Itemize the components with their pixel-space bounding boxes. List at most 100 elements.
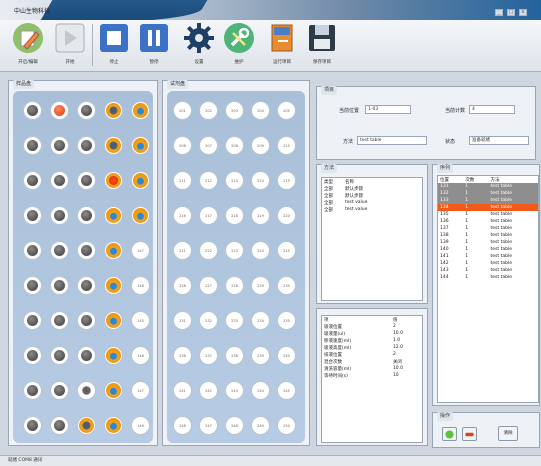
- reagent-well[interactable]: 247: [199, 416, 218, 435]
- reagent-well[interactable]: 227: [199, 276, 218, 295]
- sequence-row[interactable]: 137 1 test table: [438, 225, 538, 232]
- sample-well[interactable]: [104, 171, 123, 190]
- reagent-well[interactable]: 236: [173, 346, 192, 365]
- reagent-well[interactable]: 221: [173, 241, 192, 260]
- reagent-well[interactable]: 205: [277, 101, 296, 120]
- reagent-well[interactable]: 212: [199, 171, 218, 190]
- sequence-row[interactable]: 142 1 test table: [438, 260, 538, 267]
- sample-well[interactable]: [50, 171, 69, 190]
- param-col-item[interactable]: 项: [322, 316, 391, 323]
- remove-button[interactable]: [462, 427, 477, 441]
- sample-well[interactable]: [77, 171, 96, 190]
- reagent-well[interactable]: 243: [225, 381, 244, 400]
- reagent-well[interactable]: 210: [277, 136, 296, 155]
- param-row[interactable]: 移液速度(ml) 1.0: [322, 337, 422, 344]
- sample-well[interactable]: [131, 171, 150, 190]
- reagent-well[interactable]: 240: [277, 346, 296, 365]
- param-row[interactable]: 等待时间(s) 10: [322, 372, 422, 379]
- method-col-name[interactable]: 名称: [335, 178, 369, 185]
- sample-well[interactable]: [77, 381, 96, 400]
- sample-well[interactable]: 146: [131, 346, 150, 365]
- reagent-well[interactable]: 222: [199, 241, 218, 260]
- sample-well[interactable]: [50, 241, 69, 260]
- param-row[interactable]: 吸液高度(ml) 12.0: [322, 344, 422, 351]
- method-row[interactable]: 全部 默认步骤: [322, 192, 369, 199]
- reagent-well[interactable]: 215: [277, 171, 296, 190]
- sample-well[interactable]: [77, 311, 96, 330]
- reagent-well[interactable]: 231: [173, 311, 192, 330]
- reagent-well[interactable]: 214: [251, 171, 270, 190]
- sample-well[interactable]: [104, 101, 123, 120]
- sample-well[interactable]: [23, 136, 42, 155]
- sample-well[interactable]: 147: [131, 381, 150, 400]
- reagent-well[interactable]: 249: [251, 416, 270, 435]
- sample-well[interactable]: 145: [131, 311, 150, 330]
- sample-well[interactable]: [50, 101, 69, 120]
- sample-well[interactable]: 148: [131, 276, 150, 295]
- reagent-well[interactable]: 217: [199, 206, 218, 225]
- reagent-well[interactable]: 232: [199, 311, 218, 330]
- reagent-well[interactable]: 203: [225, 101, 244, 120]
- sample-well[interactable]: [77, 206, 96, 225]
- reagent-well[interactable]: 220: [277, 206, 296, 225]
- param-row[interactable]: 混合次数 关闭: [322, 358, 422, 365]
- sample-well[interactable]: [77, 346, 96, 365]
- reagent-well[interactable]: 234: [251, 311, 270, 330]
- param-row[interactable]: 排液位置 2: [322, 351, 422, 358]
- sample-well[interactable]: [104, 206, 123, 225]
- sample-well[interactable]: [50, 136, 69, 155]
- reagent-well[interactable]: 242: [199, 381, 218, 400]
- method-row[interactable]: 全部 默认步骤: [322, 185, 369, 192]
- reagent-well[interactable]: 202: [199, 101, 218, 120]
- sequence-row[interactable]: 131 1 test table: [438, 183, 538, 190]
- method-col-type[interactable]: 类型: [322, 178, 335, 185]
- sample-well[interactable]: [23, 416, 42, 435]
- param-row[interactable]: 清洗容量(ml) 10.0: [322, 365, 422, 372]
- reagent-well[interactable]: 209: [251, 136, 270, 155]
- sequence-row[interactable]: 144 1 test table: [438, 274, 538, 281]
- sample-well[interactable]: [23, 171, 42, 190]
- sample-well[interactable]: [23, 241, 42, 260]
- sample-well[interactable]: [104, 136, 123, 155]
- method-row[interactable]: 全部 test value: [322, 206, 369, 213]
- sequence-row[interactable]: 133 1 test table: [438, 197, 538, 204]
- field3-input[interactable]: test table: [357, 136, 427, 145]
- seq-col-count[interactable]: 次数: [463, 176, 488, 183]
- reagent-well[interactable]: 228: [225, 276, 244, 295]
- sample-well[interactable]: [104, 346, 123, 365]
- play-button[interactable]: 开始: [52, 22, 88, 70]
- sequence-row[interactable]: 135 1 test table: [438, 211, 538, 218]
- field2-input[interactable]: 4: [469, 105, 515, 114]
- sample-well[interactable]: [77, 416, 96, 435]
- param-col-value[interactable]: 值: [391, 316, 422, 323]
- reagent-well[interactable]: 238: [225, 346, 244, 365]
- reagent-well[interactable]: 239: [251, 346, 270, 365]
- sequence-row[interactable]: 132 1 test table: [438, 190, 538, 197]
- sample-well[interactable]: [50, 206, 69, 225]
- reagent-well[interactable]: 230: [277, 276, 296, 295]
- reagent-well[interactable]: 223: [225, 241, 244, 260]
- field4-input[interactable]: 准备就绪: [469, 136, 529, 145]
- reagent-well[interactable]: 211: [173, 171, 192, 190]
- stop-button[interactable]: 停止: [96, 22, 132, 70]
- add-button[interactable]: [442, 427, 457, 441]
- sample-well[interactable]: [50, 381, 69, 400]
- param-row[interactable]: 吸液位置 2: [322, 323, 422, 330]
- reagent-well[interactable]: 201: [173, 101, 192, 120]
- sequence-row[interactable]: 134 1 test table: [438, 204, 538, 211]
- clear-button[interactable]: 清除: [498, 426, 518, 441]
- sample-well[interactable]: 147: [131, 241, 150, 260]
- sequence-row[interactable]: 143 1 test table: [438, 267, 538, 274]
- maintenance-button[interactable]: 维护: [221, 22, 257, 70]
- minimize-button[interactable]: _: [495, 9, 503, 16]
- sample-well[interactable]: [104, 416, 123, 435]
- sample-well[interactable]: [50, 346, 69, 365]
- reagent-well[interactable]: 213: [225, 171, 244, 190]
- seq-col-method[interactable]: 方法: [489, 176, 539, 183]
- reagent-well[interactable]: 218: [225, 206, 244, 225]
- sample-well[interactable]: 149: [131, 416, 150, 435]
- sample-well[interactable]: [23, 381, 42, 400]
- field1-input[interactable]: 1-03: [365, 105, 411, 114]
- sample-well[interactable]: [77, 241, 96, 260]
- reagent-well[interactable]: 226: [173, 276, 192, 295]
